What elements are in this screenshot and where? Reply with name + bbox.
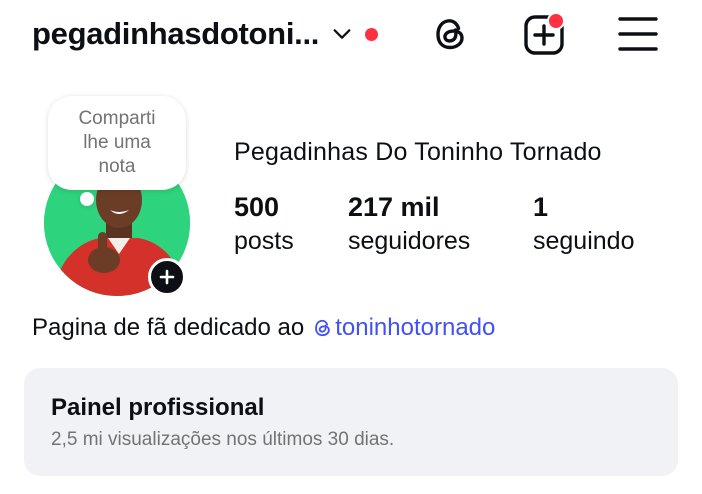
notification-dot	[365, 27, 379, 41]
professional-dashboard-title: Painel profissional	[51, 394, 265, 421]
threads-button[interactable]	[429, 12, 473, 56]
stat-following-value: 1	[533, 192, 549, 222]
menu-button[interactable]	[616, 12, 660, 56]
stat-followers-label: seguidores	[348, 227, 471, 255]
chevron-down-icon	[333, 29, 351, 39]
stat-following[interactable]: 1 seguindo	[533, 190, 634, 258]
stat-posts[interactable]: 500 posts	[234, 190, 294, 258]
create-button[interactable]	[522, 12, 566, 56]
create-notification-dot	[547, 12, 565, 30]
menu-icon	[618, 17, 658, 51]
account-switcher[interactable]: pegadinhasdotoni...	[32, 12, 379, 56]
stat-followers-value: 217 mil	[348, 192, 440, 222]
plus-icon	[159, 269, 175, 285]
professional-dashboard-subtitle: 2,5 mi visualizações nos últimos 30 dias…	[51, 429, 395, 450]
threads-username: toninhotornado	[335, 314, 496, 341]
professional-dashboard[interactable]: Painel profissional 2,5 mi visualizações…	[24, 368, 678, 476]
stat-posts-label: posts	[234, 227, 294, 255]
note-placeholder: Comparti lhe uma nota	[78, 108, 156, 177]
top-bar: pegadinhasdotoni...	[0, 0, 702, 70]
stat-followers[interactable]: 217 mil seguidores	[348, 190, 470, 258]
threads-profile-link[interactable]: toninhotornado	[312, 312, 495, 344]
avatar-area: Comparti lhe uma nota	[44, 94, 194, 299]
note-bubble[interactable]: Comparti lhe uma nota	[48, 96, 186, 190]
threads-small-icon	[315, 319, 331, 337]
profile-bio: Pagina de fã dedicado ao toninhotornado	[32, 312, 495, 344]
profile-display-name: Pegadinhas Do Toninho Tornado	[234, 138, 602, 166]
add-story-button[interactable]	[148, 258, 186, 296]
username: pegadinhasdotoni...	[32, 16, 320, 51]
stat-following-label: seguindo	[533, 227, 635, 255]
threads-icon	[436, 19, 464, 50]
profile-screen: pegadinhasdotoni... Comparti lhe uma not…	[0, 0, 702, 494]
bio-text: Pagina de fã dedicado ao	[32, 314, 305, 341]
note-bubble-tail	[80, 192, 94, 206]
stat-posts-value: 500	[234, 192, 280, 222]
